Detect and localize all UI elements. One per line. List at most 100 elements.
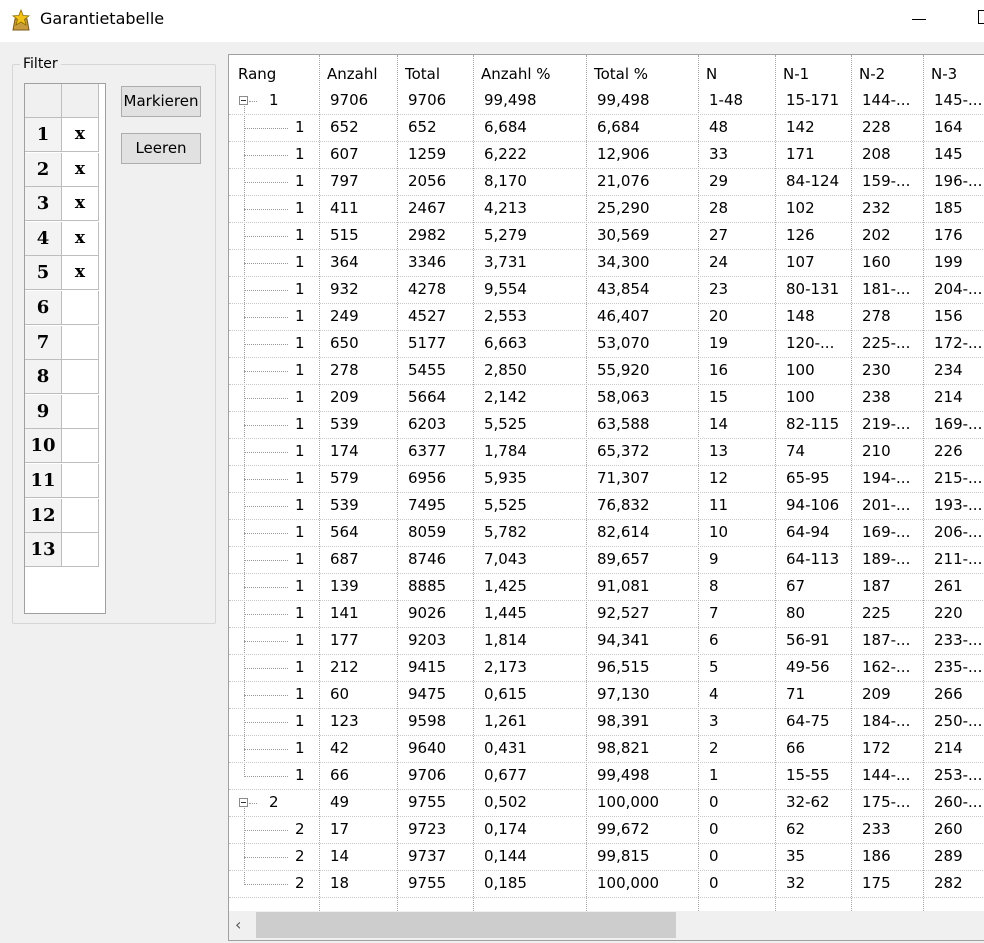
table-row[interactable]: 1 515 2982 5,279 30,569 27 126 202 176 — [229, 223, 984, 250]
filter-row-number[interactable]: 3 — [25, 187, 62, 222]
column-header[interactable]: N-2 — [859, 65, 885, 83]
scrollbar-thumb[interactable] — [256, 912, 676, 938]
table-row[interactable]: 1 209 5664 2,142 58,063 15 100 238 214 — [229, 385, 984, 412]
table-row[interactable]: 1 687 8746 7,043 89,657 9 64-113 189-... 211-... — [229, 547, 984, 574]
filter-row[interactable]: 11 — [25, 464, 99, 498]
filter-row[interactable]: 6 — [25, 291, 99, 325]
filter-row-value[interactable] — [62, 498, 99, 533]
filter-row-number[interactable]: 11 — [25, 464, 62, 498]
filter-row-value[interactable] — [62, 291, 99, 325]
filter-row-value[interactable] — [62, 429, 99, 464]
filter-row[interactable]: 4x — [25, 221, 99, 256]
filter-row-value[interactable]: x — [62, 118, 99, 152]
table-row[interactable]: 1 411 2467 4,213 25,290 28 102 232 185 — [229, 196, 984, 223]
maximize-button[interactable] — [978, 10, 984, 24]
table-row[interactable]: 1 579 6956 5,935 71,307 12 65-95 194-... 215-... — [229, 466, 984, 493]
table-row[interactable]: 2 18 9755 0,185 100,000 0 32 175 282 — [229, 871, 984, 898]
column-header[interactable]: Anzahl — [327, 65, 378, 83]
table-cell-total: 46,407 — [597, 307, 650, 325]
mark-button[interactable]: Markieren — [121, 86, 201, 117]
filter-row[interactable]: 9 — [25, 394, 99, 429]
collapse-icon[interactable] — [239, 798, 248, 807]
table-cell-anzahl: 7,043 — [484, 550, 527, 568]
filter-row-number[interactable]: 1 — [25, 118, 62, 152]
filter-row-number[interactable]: 8 — [25, 360, 62, 395]
filter-row-value[interactable]: x — [62, 187, 99, 222]
table-row[interactable]: 1 652 652 6,684 6,684 48 142 228 164 — [229, 115, 984, 142]
filter-row-value[interactable]: x — [62, 256, 99, 291]
table-row[interactable]: 1 177 9203 1,814 94,341 6 56-91 187-... 233-... — [229, 628, 984, 655]
table-cell-n: 2 — [709, 739, 719, 757]
column-header[interactable]: N-3 — [931, 65, 957, 83]
filter-row[interactable]: 7 — [25, 325, 99, 360]
filter-grid[interactable]: 1 x 2 x 3 x 4 x 5 x 6 7 8 9 10 11 12 13 — [24, 83, 106, 614]
filter-row-value[interactable] — [62, 533, 99, 568]
column-header[interactable]: N — [706, 65, 717, 83]
table-row[interactable]: 2 14 9737 0,144 99,815 0 35 186 289 — [229, 844, 984, 871]
table-row[interactable]: 1 42 9640 0,431 98,821 2 66 172 214 — [229, 736, 984, 763]
table-cell-total: 99,672 — [597, 820, 650, 838]
filter-row-value[interactable]: x — [62, 221, 99, 256]
filter-row[interactable]: 3x — [25, 187, 99, 222]
table-row[interactable]: 1 141 9026 1,445 92,527 7 80 225 220 — [229, 601, 984, 628]
filter-row-number[interactable]: 7 — [25, 325, 62, 360]
filter-row-value[interactable] — [62, 464, 99, 498]
minimize-button[interactable] — [908, 8, 932, 32]
table-row[interactable]: 1 539 7495 5,525 76,832 11 94-106 201-... 193-..… — [229, 493, 984, 520]
filter-row[interactable]: 1x — [25, 118, 99, 152]
table-row[interactable]: 1 932 4278 9,554 43,854 23 80-131 181-... 204-..… — [229, 277, 984, 304]
table-cell-n-2: 181-... — [862, 280, 911, 298]
filter-row[interactable]: 5x — [25, 256, 99, 291]
table-row[interactable]: 1 650 5177 6,663 53,070 19 120-... 225-... 172-.… — [229, 331, 984, 358]
table-row[interactable]: 1 278 5455 2,850 55,920 16 100 230 234 — [229, 358, 984, 385]
tree-parent-row[interactable]: 2 49 9755 0,502 100,000 0 32-62 175-... 260-... — [229, 790, 984, 817]
filter-row-number[interactable]: 2 — [25, 152, 62, 187]
table-row[interactable]: 2 17 9723 0,174 99,672 0 62 233 260 — [229, 817, 984, 844]
filter-row-number[interactable]: 6 — [25, 291, 62, 325]
filter-row-number[interactable]: 10 — [25, 429, 62, 464]
filter-row-value[interactable] — [62, 360, 99, 395]
filter-row-value[interactable] — [62, 394, 99, 429]
table-row[interactable]: 1 539 6203 5,525 63,588 14 82-115 219-... 169-..… — [229, 412, 984, 439]
filter-row-number[interactable]: 5 — [25, 256, 62, 291]
filter-row[interactable]: 12 — [25, 498, 99, 533]
column-header[interactable]: N-1 — [783, 65, 809, 83]
filter-row[interactable]: 8 — [25, 360, 99, 395]
collapse-icon[interactable] — [239, 96, 248, 105]
column-header[interactable]: Total % — [594, 65, 648, 83]
table-row[interactable]: 1 60 9475 0,615 97,130 4 71 209 266 — [229, 682, 984, 709]
tree-parent-row[interactable]: 1 9706 9706 99,498 99,498 1-48 15-171 144-... 14… — [229, 88, 984, 115]
table-row[interactable]: 1 797 2056 8,170 21,076 29 84-124 159-... 196-..… — [229, 169, 984, 196]
filter-row-number[interactable]: 9 — [25, 394, 62, 429]
table-row[interactable]: 1 564 8059 5,782 82,614 10 64-94 169-... 206-... — [229, 520, 984, 547]
filter-row-number[interactable]: 13 — [25, 533, 62, 568]
column-header[interactable]: Anzahl % — [481, 65, 551, 83]
filter-row[interactable]: 2x — [25, 152, 99, 187]
table-row[interactable]: 1 139 8885 1,425 91,081 8 67 187 261 — [229, 574, 984, 601]
star-bag-icon — [11, 9, 31, 31]
results-tree-table[interactable]: Rang Anzahl Total Anzahl % Total % N N-1 N-2 N-3… — [228, 54, 984, 941]
table-row[interactable]: 1 66 9706 0,677 99,498 1 15-55 144-... 253-... — [229, 763, 984, 790]
table-cell-total: 9755 — [408, 793, 447, 811]
table-row[interactable]: 1 123 9598 1,261 98,391 3 64-75 184-... 250-... — [229, 709, 984, 736]
table-row[interactable]: 1 174 6377 1,784 65,372 13 74 210 226 — [229, 439, 984, 466]
chevron-left-icon[interactable]: ‹ — [235, 915, 251, 935]
table-row[interactable]: 1 364 3346 3,731 34,300 24 107 160 199 — [229, 250, 984, 277]
clear-button[interactable]: Leeren — [121, 133, 201, 164]
filter-row[interactable]: 13 — [25, 533, 99, 568]
filter-row[interactable]: 10 — [25, 429, 99, 464]
filter-row-value[interactable] — [62, 325, 99, 360]
filter-row-number[interactable]: 12 — [25, 498, 62, 533]
table-row[interactable]: 1 607 1259 6,222 12,906 33 171 208 145 — [229, 142, 984, 169]
table-row[interactable]: 1 249 4527 2,553 46,407 20 148 278 156 — [229, 304, 984, 331]
table-cell-anzahl: 5,525 — [484, 415, 527, 433]
table-cell-total: 9598 — [408, 712, 447, 730]
table-cell-n: 0 — [709, 847, 719, 865]
column-header[interactable]: Rang — [238, 65, 276, 83]
table-row[interactable]: 1 212 9415 2,173 96,515 5 49-56 162-... 235-... — [229, 655, 984, 682]
filter-row-value[interactable]: x — [62, 152, 99, 187]
filter-row-number[interactable]: 4 — [25, 221, 62, 256]
table-cell-n-1: 94-106 — [786, 496, 840, 514]
horizontal-scrollbar[interactable]: ‹ — [229, 911, 984, 940]
column-header[interactable]: Total — [405, 65, 440, 83]
